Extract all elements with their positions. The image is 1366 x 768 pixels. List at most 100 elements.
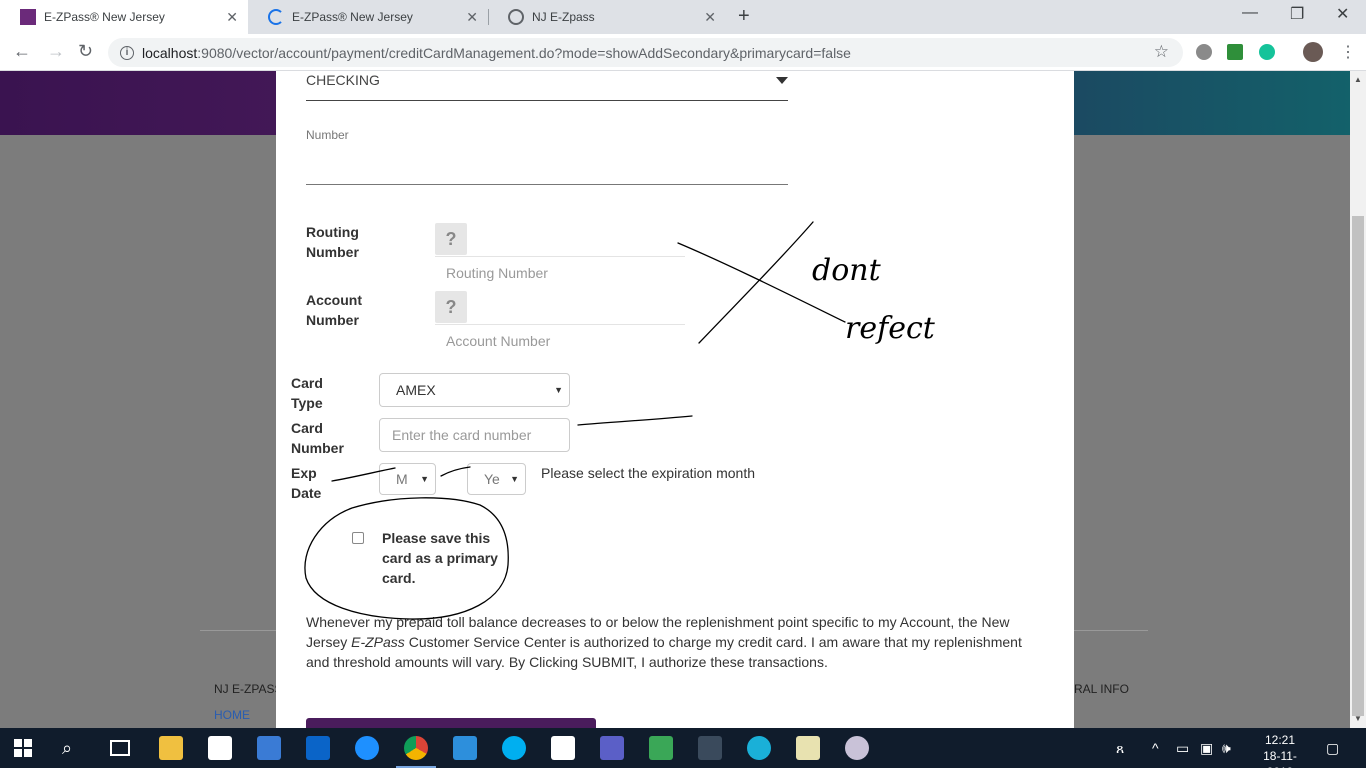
forward-arrow-icon[interactable]: → — [47, 41, 65, 62]
footer-home-link[interactable]: HOME — [214, 708, 250, 722]
number-label: Number — [306, 128, 349, 142]
skype-icon[interactable] — [502, 736, 526, 760]
windows-start-icon[interactable] — [14, 739, 32, 757]
vscode-icon[interactable] — [453, 736, 477, 760]
reload-icon[interactable]: ↻ — [78, 41, 93, 62]
exp-date-label: Exp Date — [291, 465, 322, 501]
grammarly-icon[interactable] — [1259, 44, 1275, 60]
card-type-select[interactable]: AMEX ▼ — [379, 373, 570, 407]
extension-circle-icon[interactable] — [1196, 44, 1212, 60]
save-primary-label: Please save this card as a primary card. — [382, 530, 498, 586]
dropdown-caret-icon[interactable] — [776, 77, 788, 84]
close-tab-icon[interactable]: ✕ — [704, 9, 716, 26]
account-number-input[interactable]: Account Number — [446, 333, 550, 349]
show-hidden-icons-chevron-icon[interactable]: ^ — [1152, 740, 1159, 756]
paint-icon[interactable] — [845, 736, 869, 760]
chrome-menu-icon[interactable]: ⋮ — [1340, 42, 1356, 62]
file-explorer-icon[interactable] — [159, 736, 183, 760]
mail-icon[interactable] — [208, 736, 232, 760]
url-host: localhost — [142, 44, 198, 61]
card-type-value: AMEX — [396, 382, 436, 398]
ezpass-favicon-icon — [20, 9, 36, 25]
number-input[interactable] — [306, 184, 788, 185]
card-type-label: Card Type — [291, 375, 323, 411]
routing-input-line — [435, 256, 685, 257]
footer-col1-title: NJ E-ZPASS — [214, 682, 283, 696]
terms-brand: E-ZPass — [351, 634, 405, 650]
add-payment-modal: CHECKING Number Routing Number ? Routing… — [276, 71, 1074, 728]
routing-help-button[interactable]: ? — [435, 223, 467, 255]
exp-year-select[interactable]: Ye ▼ — [467, 463, 526, 495]
ca-app-icon[interactable] — [698, 736, 722, 760]
exp-year-value: Ye — [484, 471, 500, 487]
page-viewport: NJ E-ZPASS HOME RAL INFO CHECKING Number… — [0, 71, 1350, 728]
routing-number-input[interactable]: Routing Number — [446, 265, 548, 281]
tab-title: E-ZPass® New Jersey — [44, 10, 165, 24]
teams-icon[interactable] — [600, 736, 624, 760]
system-clock[interactable]: 12:21 18-11-2019 — [1250, 732, 1310, 768]
back-arrow-icon[interactable]: ← — [13, 41, 31, 62]
tab-nj-ezpass[interactable]: NJ E-Zpass ✕ — [488, 0, 726, 34]
exp-month-value: M — [396, 471, 408, 487]
close-window-button[interactable]: ✕ — [1336, 4, 1349, 24]
info-icon[interactable]: i — [120, 45, 134, 60]
notes-icon[interactable] — [551, 736, 575, 760]
terms-text: Whenever my prepaid toll balance decreas… — [306, 612, 1046, 672]
profile-avatar[interactable] — [1303, 42, 1323, 62]
outlook-icon[interactable] — [306, 736, 330, 760]
exp-date-hint: Please select the expiration month — [541, 465, 756, 481]
new-tab-button[interactable]: + — [738, 5, 750, 28]
page-scrollbar[interactable]: ▲ ▼ — [1350, 71, 1366, 728]
chrome-icon[interactable] — [404, 736, 428, 760]
select-arrow-icon: ▼ — [510, 474, 519, 484]
browser-toolbar: ← → ↻ i localhost:9080/vector/account/pa… — [0, 34, 1366, 71]
battery-icon[interactable]: ▭ — [1176, 740, 1189, 757]
tab-ezpass-nj-2[interactable]: E-ZPass® New Jersey ✕ — [248, 0, 488, 34]
notification-icon[interactable]: ▢ — [1326, 740, 1339, 757]
card-number-label: Card Number — [291, 420, 344, 456]
search-icon[interactable]: ⌕ — [62, 738, 72, 759]
clock-time: 12:21 — [1264, 733, 1296, 747]
tab-title: E-ZPass® New Jersey — [292, 10, 413, 24]
globe-icon — [508, 9, 524, 25]
minimize-button[interactable]: — — [1242, 4, 1258, 22]
exp-month-select[interactable]: M ▼ — [379, 463, 436, 495]
save-primary-checkbox[interactable] — [352, 532, 364, 544]
store-icon[interactable] — [257, 736, 281, 760]
account-number-label: Account Number — [306, 292, 362, 328]
footer-col3-title: RAL INFO — [1074, 682, 1129, 696]
network-icon[interactable]: ▣ — [1200, 740, 1213, 757]
scroll-thumb[interactable] — [1352, 216, 1364, 716]
windows-taskbar: ⌕ ጸ ^ ▭ ▣ 🕪 12:21 18-11-2019 ▢ — [0, 728, 1366, 768]
account-type-underline — [306, 100, 788, 101]
close-tab-icon[interactable]: ✕ — [226, 9, 238, 26]
network-app-icon[interactable] — [649, 736, 673, 760]
terms-text-after: Customer Service Center is authorized to… — [306, 634, 1022, 670]
account-type-select[interactable]: CHECKING — [306, 72, 380, 88]
routing-number-label: Routing Number — [306, 224, 359, 260]
spreadsheet-app-icon[interactable] — [796, 736, 820, 760]
internet-explorer-icon[interactable] — [355, 736, 379, 760]
account-input-line — [435, 324, 685, 325]
tab-title: NJ E-Zpass — [532, 10, 595, 24]
url-path: :9080/vector/account/payment/creditCardM… — [197, 44, 851, 61]
volume-icon[interactable]: 🕪 — [1222, 740, 1231, 757]
clock-date: 18-11-2019 — [1263, 749, 1297, 768]
loading-spinner-icon — [268, 9, 284, 25]
browser-tab-strip: E-ZPass® New Jersey ✕ E-ZPass® New Jerse… — [0, 0, 1366, 34]
card-number-input[interactable]: Enter the card number — [379, 418, 570, 452]
account-help-button[interactable]: ? — [435, 291, 467, 323]
scroll-down-arrow-icon[interactable]: ▼ — [1354, 714, 1362, 723]
select-arrow-icon: ▼ — [554, 385, 563, 395]
people-icon[interactable]: ጸ — [1116, 740, 1124, 757]
address-bar[interactable]: i localhost:9080/vector/account/payment/… — [108, 38, 1183, 67]
circle-app-icon[interactable] — [747, 736, 771, 760]
bookmark-star-icon[interactable]: ☆ — [1154, 42, 1169, 62]
close-tab-icon[interactable]: ✕ — [466, 9, 478, 26]
cors-extension-icon[interactable] — [1227, 44, 1243, 60]
tab-ezpass-nj-1[interactable]: E-ZPass® New Jersey ✕ — [0, 0, 248, 34]
task-view-icon[interactable] — [110, 740, 130, 756]
scroll-up-arrow-icon[interactable]: ▲ — [1354, 75, 1362, 84]
restore-button[interactable]: ❐ — [1290, 4, 1304, 24]
submit-button[interactable] — [306, 718, 596, 728]
